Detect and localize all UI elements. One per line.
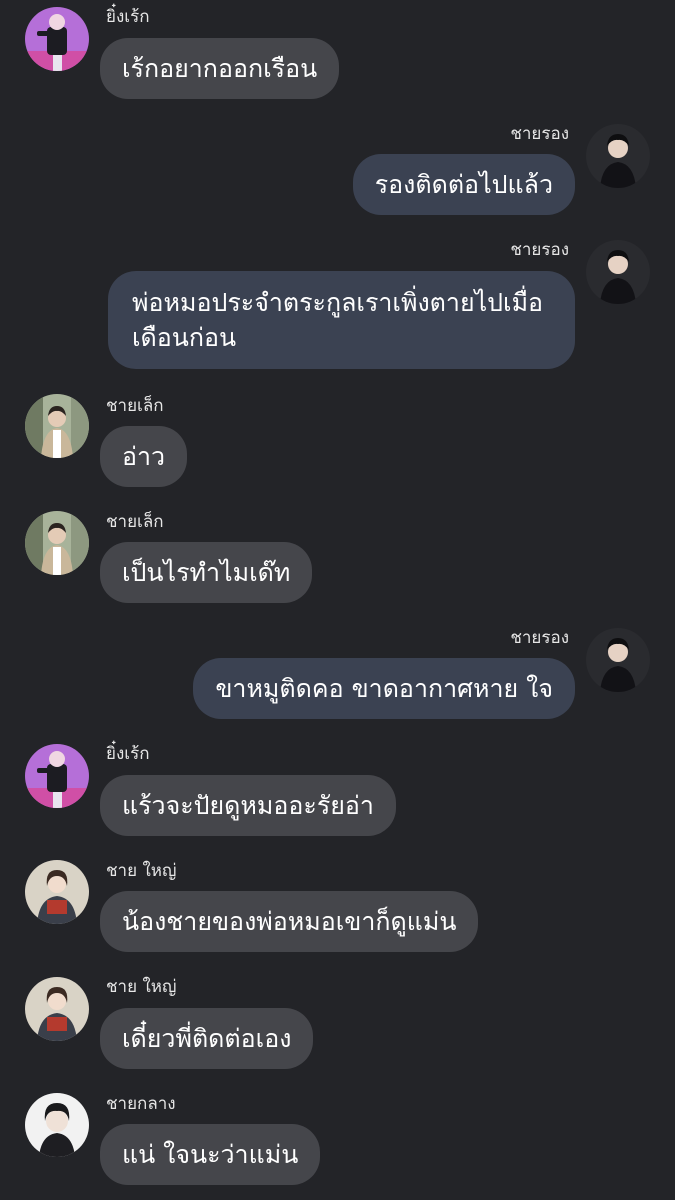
- avatar-dark-suit[interactable]: [586, 628, 650, 692]
- message-bubble[interactable]: อ่าว: [100, 426, 188, 487]
- avatar-dark-suit[interactable]: [586, 124, 650, 188]
- sender-name: ยิ๋งเร้ก: [106, 744, 150, 764]
- message-bubble[interactable]: ขาหมูติดคอ ขาดอากาศหาย ใจ: [193, 658, 575, 719]
- avatar-purple-dancer[interactable]: [25, 744, 89, 808]
- message-bubble[interactable]: รองติดต่อไปแล้ว: [352, 154, 575, 215]
- avatar-window-jacket[interactable]: [25, 394, 89, 458]
- avatar-purple-dancer[interactable]: [25, 7, 89, 71]
- avatar-book-reader[interactable]: [25, 860, 89, 924]
- message-bubble[interactable]: แน่ ใจนะว่าแม่น: [100, 1124, 321, 1185]
- message-bubble[interactable]: เร้กอยากออกเรือน: [100, 38, 340, 99]
- sender-name: ชายเล็ก: [106, 396, 164, 416]
- message-bubble[interactable]: แร้วจะปัยดูหมออะรัยอ่า: [100, 775, 396, 836]
- sender-name: ชาย ใหญ่: [106, 977, 177, 997]
- sender-name: ยิ๋งเร้ก: [106, 7, 150, 27]
- message-bubble[interactable]: เป็นไรทำไมเด๊ท: [100, 542, 313, 603]
- sender-name: ชายรอง: [510, 240, 569, 260]
- avatar-book-reader[interactable]: [25, 977, 89, 1041]
- sender-name: ชายรอง: [510, 628, 569, 648]
- sender-name: ชาย ใหญ่: [106, 861, 177, 881]
- message-bubble[interactable]: เดี๋ยวพี่ติดต่อเอง: [100, 1008, 314, 1069]
- sender-name: ชายรอง: [510, 124, 569, 144]
- message-bubble[interactable]: น้องชายของพ่อหมอเขาก็ดูแม่น: [100, 891, 479, 952]
- sender-name: ชายเล็ก: [106, 512, 164, 532]
- avatar-white-portrait[interactable]: [25, 1093, 89, 1157]
- avatar-window-jacket[interactable]: [25, 511, 89, 575]
- avatar-dark-suit[interactable]: [586, 240, 650, 304]
- sender-name: ชายกลาง: [106, 1094, 176, 1114]
- message-bubble[interactable]: พ่อหมอประจำตระกูลเราเพิ่งตายไปเมื่อ เดือ…: [108, 271, 575, 369]
